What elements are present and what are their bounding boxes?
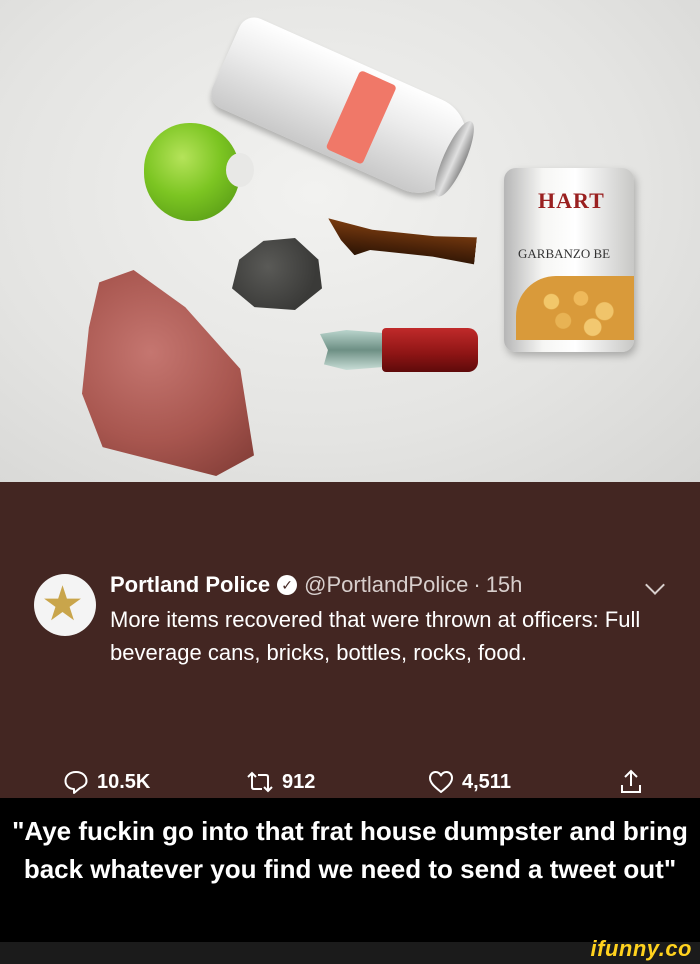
separator: · (473, 572, 481, 597)
garbanzo-name: GARBANZO BE (518, 246, 611, 261)
avatar[interactable]: ★ (34, 574, 96, 636)
tweet-header: Portland Police ✓ @PortlandPolice · 15h (110, 570, 522, 600)
caption-text: "Aye fuckin go into that frat house dump… (12, 816, 688, 884)
rock (232, 238, 322, 310)
like-count: 4,511 (462, 770, 511, 793)
can-lid (427, 116, 482, 201)
tweet-card: ★ Portland Police ✓ @PortlandPolice · 15… (0, 482, 700, 798)
reply-button[interactable]: 10.5K (63, 766, 150, 798)
broken-bottle (325, 218, 478, 267)
garbanzo-can: HART GARBANZO BE (504, 168, 634, 352)
bitten-apple (144, 123, 254, 221)
share-button[interactable] (620, 766, 642, 798)
garbanzo-brand: HART (538, 188, 605, 213)
retweet-count: 912 (282, 770, 316, 793)
timestamp[interactable]: 15h (486, 572, 523, 598)
heart-icon (429, 771, 453, 793)
brick (82, 270, 254, 476)
share-icon (621, 769, 641, 793)
wine-bottle-neck (320, 326, 478, 372)
retweet-button[interactable]: 912 (246, 766, 315, 798)
reply-count: 10.5K (97, 770, 151, 793)
can-stripe (325, 69, 397, 165)
beans-image (516, 276, 634, 340)
tweet-text: More items recovered that were thrown at… (110, 607, 641, 665)
tweet-photo: HART GARBANZO BE (0, 0, 700, 482)
ifunny-watermark[interactable]: ifunny.co (591, 936, 692, 962)
meme-caption: "Aye fuckin go into that frat house dump… (0, 798, 700, 942)
retweet-icon (247, 771, 273, 793)
user-handle[interactable]: @PortlandPolice (304, 572, 468, 598)
chevron-down-icon[interactable] (645, 575, 665, 595)
police-badge-icon: ★ (41, 578, 85, 631)
verified-badge-icon: ✓ (277, 575, 298, 595)
display-name[interactable]: Portland Police (110, 572, 270, 598)
tweet-actions: 10.5K 912 4,511 (0, 766, 700, 798)
bottle-foil (320, 330, 386, 370)
bottle-cap (382, 328, 478, 372)
like-button[interactable]: 4,511 (428, 766, 511, 798)
apple-bite (226, 153, 254, 187)
reply-icon (64, 771, 88, 794)
